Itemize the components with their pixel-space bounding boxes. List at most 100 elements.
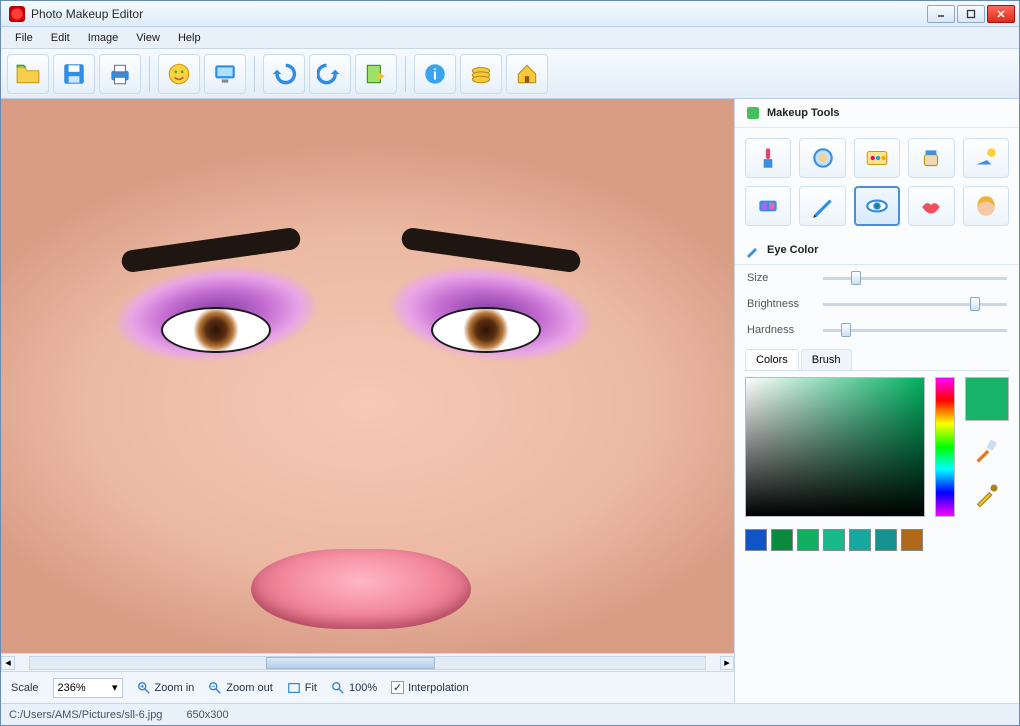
scale-value: 236% [58, 682, 86, 694]
makeup-tool-grid [735, 128, 1019, 236]
zoom-bar: Scale 236% ▾ Zoom in Zoom out Fit [1, 671, 734, 703]
window-title: Photo Makeup Editor [31, 7, 927, 21]
photo-content [1, 99, 734, 653]
color-swatch[interactable] [901, 529, 923, 551]
check-icon: ✓ [391, 681, 404, 694]
color-swatches [735, 523, 1019, 561]
color-swatch[interactable] [797, 529, 819, 551]
menu-image[interactable]: Image [80, 30, 127, 46]
export-icon [363, 61, 389, 87]
smiley-icon [166, 61, 192, 87]
menu-help[interactable]: Help [170, 30, 209, 46]
printer-icon [107, 61, 133, 87]
fit-button[interactable]: Fit [287, 681, 317, 695]
export-button[interactable] [355, 54, 397, 94]
undo-button[interactable] [263, 54, 305, 94]
right-panel: Makeup Tools Eye Color Size Brightness H… [735, 99, 1019, 703]
status-path: C:/Users/AMS/Pictures/sll-6.jpg [9, 709, 162, 721]
eyeshadow-icon [755, 193, 781, 219]
tab-brush[interactable]: Brush [801, 349, 852, 370]
scroll-left-icon[interactable]: ◂ [1, 656, 15, 670]
info-icon: i [422, 61, 448, 87]
color-swatch[interactable] [745, 529, 767, 551]
color-swatch[interactable] [771, 529, 793, 551]
chevron-down-icon: ▾ [112, 681, 118, 694]
size-slider[interactable] [823, 270, 1007, 286]
saturation-value-picker[interactable] [745, 377, 925, 517]
tool-eye-color[interactable] [854, 186, 900, 226]
monitor-icon [212, 61, 238, 87]
tool-lips-smile[interactable] [908, 186, 954, 226]
menu-view[interactable]: View [128, 30, 168, 46]
main-area: ◂ ▸ Scale 236% ▾ Zoom in Zoom out [1, 99, 1019, 703]
color-tabs: Colors Brush [745, 349, 1009, 371]
floppy-icon [61, 61, 87, 87]
print-button[interactable] [99, 54, 141, 94]
zoom-in-button[interactable]: Zoom in [137, 681, 195, 695]
tool-lipstick[interactable] [745, 138, 791, 178]
folder-open-icon [15, 61, 41, 87]
open-button[interactable] [7, 54, 49, 94]
screen-button[interactable] [204, 54, 246, 94]
minimize-button[interactable] [927, 5, 955, 23]
color-picker [745, 377, 1009, 517]
color-swatch[interactable] [875, 529, 897, 551]
maximize-button[interactable] [957, 5, 985, 23]
svg-text:i: i [433, 66, 437, 83]
face-detect-button[interactable] [158, 54, 200, 94]
undo-icon [271, 61, 297, 87]
sun-lounger-icon [973, 145, 999, 171]
horizontal-scrollbar[interactable]: ◂ ▸ [1, 653, 734, 671]
home-icon [514, 61, 540, 87]
close-button[interactable] [987, 5, 1015, 23]
current-color-swatch [965, 377, 1009, 421]
tool-eyeliner[interactable] [799, 186, 845, 226]
compact-icon [810, 145, 836, 171]
tab-colors[interactable]: Colors [745, 349, 799, 370]
color-swatch[interactable] [823, 529, 845, 551]
tool-cream[interactable] [908, 138, 954, 178]
tool-eyeshadow[interactable] [745, 186, 791, 226]
scroll-thumb[interactable] [266, 657, 435, 669]
zoom-out-icon [208, 681, 222, 695]
zoom-100-button[interactable]: 100% [331, 681, 377, 695]
image-canvas[interactable] [1, 99, 734, 653]
paint-brush-icon[interactable] [973, 437, 1001, 465]
lipstick-icon [755, 145, 781, 171]
save-button[interactable] [53, 54, 95, 94]
hair-icon [973, 193, 999, 219]
hue-slider[interactable] [935, 377, 955, 517]
pencil-icon [810, 193, 836, 219]
statusbar: C:/Users/AMS/Pictures/sll-6.jpg 650x300 [1, 703, 1019, 725]
menu-file[interactable]: File [7, 30, 41, 46]
size-slider-row: Size [735, 265, 1019, 291]
zoom-out-button[interactable]: Zoom out [208, 681, 272, 695]
tools-header: Makeup Tools [735, 99, 1019, 128]
canvas-area: ◂ ▸ Scale 236% ▾ Zoom in Zoom out [1, 99, 735, 703]
interpolation-checkbox[interactable]: ✓ Interpolation [391, 681, 469, 694]
palette-icon [864, 145, 890, 171]
info-button[interactable]: i [414, 54, 456, 94]
color-swatch[interactable] [849, 529, 871, 551]
tool-powder[interactable] [799, 138, 845, 178]
menubar: FileEditImageViewHelp [1, 27, 1019, 49]
tools-icon [745, 105, 761, 121]
hardness-slider[interactable] [823, 322, 1007, 338]
redo-button[interactable] [309, 54, 351, 94]
brightness-slider[interactable] [823, 296, 1007, 312]
scale-label: Scale [11, 682, 39, 694]
eyedropper-icon[interactable] [973, 481, 1001, 509]
scroll-right-icon[interactable]: ▸ [720, 656, 734, 670]
app-window: Photo Makeup Editor FileEditImageViewHel… [0, 0, 1020, 726]
coins-button[interactable] [460, 54, 502, 94]
tool-hair-color[interactable] [963, 186, 1009, 226]
tool-foundation[interactable] [854, 138, 900, 178]
home-button[interactable] [506, 54, 548, 94]
tool-tan[interactable] [963, 138, 1009, 178]
menu-edit[interactable]: Edit [43, 30, 78, 46]
jar-icon [918, 145, 944, 171]
fit-icon [287, 681, 301, 695]
redo-icon [317, 61, 343, 87]
coins-icon [468, 61, 494, 87]
scale-select[interactable]: 236% ▾ [53, 678, 123, 698]
